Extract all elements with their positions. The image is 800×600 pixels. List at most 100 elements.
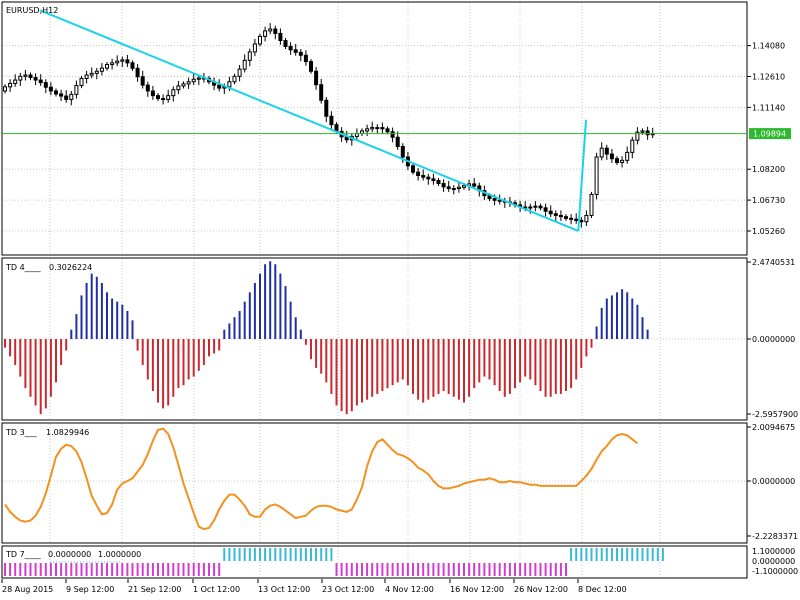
candle-body	[615, 158, 619, 163]
candle-body	[375, 127, 380, 130]
candle-body	[191, 78, 196, 83]
candle-body	[252, 43, 257, 53]
time-axis-label: 8 Dec 12:00	[578, 585, 627, 594]
candle-body	[89, 72, 94, 76]
candle-body	[446, 186, 451, 190]
main-price-panel[interactable]: EURUSD,H12	[1, 1, 748, 256]
candle-body	[110, 62, 115, 66]
candle-body	[625, 151, 630, 161]
candle-body	[604, 147, 609, 155]
candle-body	[436, 180, 441, 184]
price-axis-label: 1.08200	[752, 165, 785, 174]
candle-body	[620, 159, 625, 163]
td3-panel[interactable]: TD 3___ 1.0829946	[1, 422, 748, 544]
candle-body	[370, 127, 375, 130]
time-axis-label: 1 Oct 12:00	[193, 585, 240, 594]
candle-body	[538, 205, 543, 209]
price-axis-label: 1.11140	[752, 103, 785, 112]
candle-body	[48, 86, 53, 92]
candle-body	[360, 130, 364, 134]
candle-body	[441, 182, 446, 188]
candle-body	[574, 218, 579, 221]
candle-body	[558, 214, 563, 218]
candle-body	[380, 127, 385, 130]
candle-body	[140, 76, 145, 86]
td7-title: TD 7____	[5, 550, 42, 559]
candle-body	[59, 93, 64, 97]
candle-body	[456, 186, 461, 190]
candle-body	[18, 75, 23, 81]
candle-body	[105, 64, 109, 69]
td3-title: TD 3___	[5, 428, 38, 437]
td4-scale-mid: 0.0000000	[752, 335, 795, 344]
td4-value: 0.3026224	[49, 263, 92, 272]
current-price-tag: 1.09894	[749, 128, 791, 140]
time-axis-label: 16 Nov 12:00	[450, 585, 504, 594]
candle-body	[130, 62, 135, 69]
candle-body	[237, 68, 242, 77]
candle-body	[594, 156, 599, 195]
candle-body	[589, 193, 594, 216]
candle-body	[564, 216, 568, 219]
candle-body	[579, 219, 584, 223]
candle-body	[298, 51, 303, 56]
td4-panel[interactable]: TD 4____ 0.3026224	[1, 257, 748, 421]
chart-window: EURUSD,H12 1.14080 1.12610 1.11140 1.08200 1…	[1, 1, 798, 594]
candle-body	[186, 81, 191, 85]
candle-body	[645, 130, 650, 136]
candle-body	[314, 70, 319, 86]
td4-title: TD 4____	[5, 263, 42, 272]
candle-body	[421, 174, 426, 178]
candle-body	[533, 205, 538, 208]
price-axis-label: 1.14080	[752, 42, 785, 51]
candle-body	[28, 74, 33, 79]
candle-body	[161, 98, 166, 101]
candle-body	[196, 77, 201, 80]
candle-body	[33, 77, 38, 81]
candle-body	[548, 210, 553, 215]
td4-axis: 2.4740531 0.0000000 -2.5957900	[747, 258, 798, 419]
candle-body	[64, 95, 69, 100]
td7-panel[interactable]: TD 7____ 0.0000000 1.0000000	[1, 545, 748, 579]
candle-body	[472, 183, 477, 187]
candle-body	[390, 131, 395, 138]
candle-body	[94, 70, 99, 74]
candle-body	[38, 79, 43, 84]
candle-body	[324, 99, 329, 117]
candle-body	[462, 185, 466, 188]
time-axis-label: 23 Oct 12:00	[322, 585, 374, 594]
candle-body	[283, 40, 288, 47]
candle-body	[135, 67, 140, 78]
candle-body	[630, 139, 635, 153]
td7-scale-bottom: -1.1000000	[752, 567, 798, 576]
candle-body	[181, 83, 186, 87]
candle-body	[156, 95, 160, 100]
candle-body	[569, 217, 574, 220]
candle-body	[609, 153, 614, 160]
td7-scale-mid: 0.0000000	[752, 557, 795, 566]
candle-body	[150, 90, 155, 97]
candle-body	[74, 85, 79, 95]
candle-body	[584, 214, 589, 223]
time-axis-label: 4 Nov 12:00	[385, 585, 434, 594]
candle-body	[115, 60, 120, 64]
candle-body	[288, 45, 293, 51]
td3-value: 1.0829946	[46, 428, 89, 437]
current-price-tag-value: 1.09894	[753, 130, 786, 139]
candle-body	[217, 84, 222, 89]
candle-body	[69, 93, 74, 100]
candle-body	[54, 90, 58, 95]
td7-value1: 0.0000000	[48, 550, 91, 559]
candle-body	[3, 86, 7, 92]
candle	[589, 191, 594, 218]
time-axis-label: 13 Oct 12:00	[258, 585, 310, 594]
candle-body	[278, 32, 283, 42]
candle-body	[99, 67, 104, 72]
td3-scale-top: 2.0094675	[752, 423, 795, 432]
candle-body	[411, 165, 415, 173]
td3-axis: 2.0094675 0.0000000 -2.2283371	[747, 423, 798, 541]
time-axis-label: 21 Sep 12:00	[128, 585, 181, 594]
td7-value2: 1.0000000	[98, 550, 141, 559]
candle-body	[273, 28, 278, 34]
candle-body	[145, 84, 150, 92]
